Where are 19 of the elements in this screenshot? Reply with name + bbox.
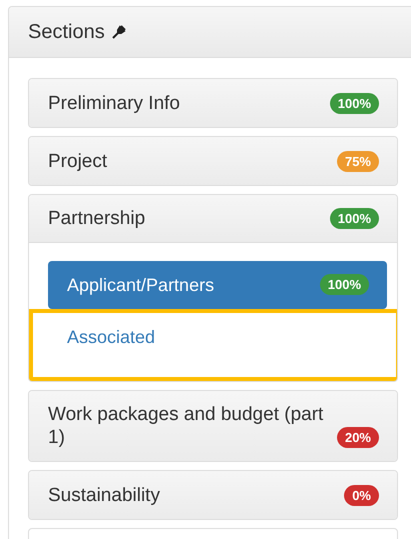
- section-title: Sustainability: [48, 484, 160, 507]
- section-header[interactable]: Project 75%: [29, 137, 397, 185]
- section-header[interactable]: Partnership 100%: [29, 195, 397, 243]
- section-title: Preliminary Info: [48, 92, 180, 115]
- subsection-item[interactable]: Applicant/Partners 100%: [48, 261, 387, 309]
- progress-badge: 0%: [344, 485, 379, 506]
- section-title: Project: [48, 150, 108, 173]
- pin-icon[interactable]: [110, 24, 127, 40]
- section-header[interactable]: Preliminary Info 100%: [29, 79, 397, 127]
- panel-title: Sections: [28, 20, 105, 44]
- progress-badge: 20%: [336, 427, 379, 448]
- progress-badge: 100%: [330, 93, 379, 114]
- progress-badge: 100%: [320, 274, 369, 295]
- progress-badge: 100%: [330, 208, 379, 229]
- section-title: Work packages and budget (part 1): [48, 403, 324, 449]
- progress-badge: 75%: [336, 151, 379, 172]
- section-title: Partnership: [48, 207, 146, 230]
- section-header[interactable]: Sustainability 0%: [29, 471, 397, 519]
- section-header[interactable]: Work packages and budget (part 1) 20%: [29, 391, 397, 461]
